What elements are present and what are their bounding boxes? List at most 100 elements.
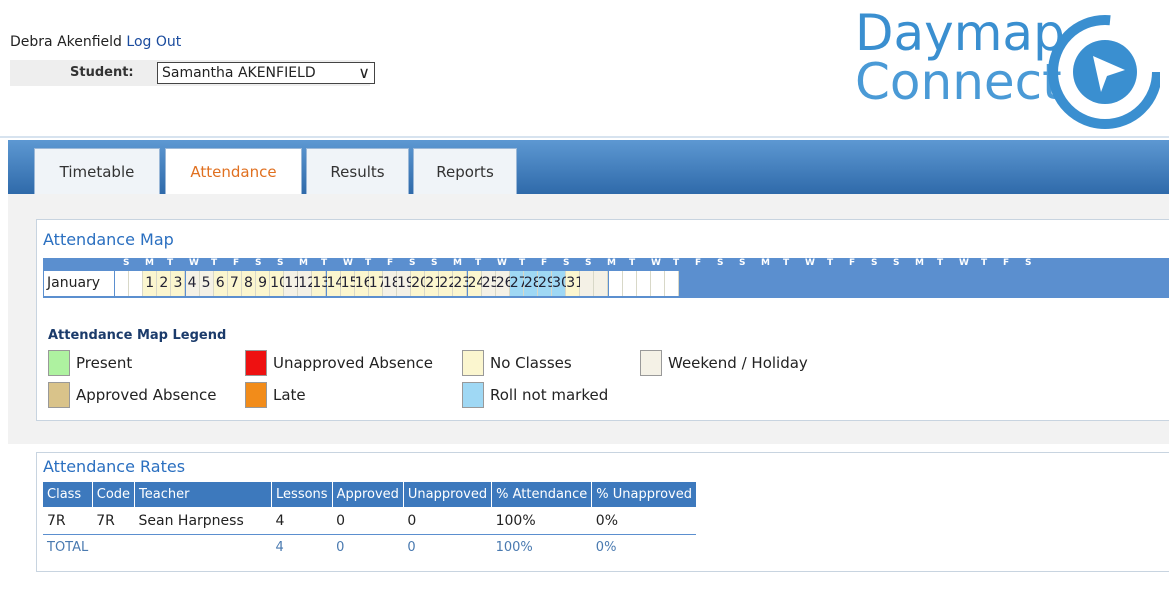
map-dow-label: S — [431, 258, 438, 268]
total-lessons: 4 — [271, 534, 333, 559]
chevron-down-icon: ∨ — [358, 63, 370, 82]
map-day-cell: 5 — [199, 271, 214, 296]
map-dow-label: F — [695, 258, 702, 268]
legend-title: Attendance Map Legend — [48, 328, 227, 343]
tab-timetable[interactable]: Timetable — [34, 148, 160, 194]
map-dow-label: T — [167, 258, 174, 268]
map-day-cell: 2 — [157, 271, 172, 296]
map-day-cell: 10 — [270, 271, 288, 296]
map-dow-label: S — [255, 258, 262, 268]
table-row: 7R 7R Sean Harpness 4 0 0 100% 0% — [43, 507, 696, 535]
map-dow-label: M — [915, 258, 924, 268]
logout-link[interactable]: Log Out — [126, 34, 181, 50]
map-day-cell: 31 — [566, 271, 584, 296]
attendance-rates-panel: Attendance Rates Class Code Teacher Less… — [36, 452, 1169, 572]
map-day-cell — [580, 271, 595, 296]
map-dow-label: F — [387, 258, 394, 268]
map-dow-label: T — [629, 258, 636, 268]
logo-arrow-icon — [1048, 15, 1160, 129]
col-approved: Approved — [332, 482, 404, 507]
legend-label-unapproved: Unapproved Absence — [273, 354, 433, 372]
col-teacher: Teacher — [134, 482, 273, 507]
map-day-cell: 26 — [495, 271, 514, 296]
col-class: Class — [43, 482, 93, 507]
map-dow-label: S — [409, 258, 416, 268]
map-day-cell: 21 — [425, 271, 443, 296]
map-dow-label: M — [299, 258, 308, 268]
col-pct-unapproved: % Unapproved — [591, 482, 697, 507]
tab-bar: Timetable Attendance Results Reports — [8, 140, 1169, 194]
map-dow-label: S — [123, 258, 130, 268]
map-day-cell: 6 — [213, 271, 228, 296]
cell-teacher: Sean Harpness — [138, 512, 244, 529]
user-line: Debra Akenfield Log Out — [10, 34, 181, 50]
cell-pct-attendance: 100% — [495, 512, 536, 529]
cell-lessons: 4 — [275, 512, 285, 529]
total-row: TOTAL 4 0 0 100% 0% — [43, 534, 697, 559]
map-dow-label: M — [453, 258, 462, 268]
map-dow-label: T — [981, 258, 988, 268]
daymap-connect-logo: Daymap Connect — [855, 2, 1165, 134]
student-selector-row: Student: Samantha AKENFIELD ∨ — [10, 60, 375, 86]
map-dow-label: W — [343, 258, 353, 268]
map-dow-label: W — [805, 258, 815, 268]
map-dow-label: F — [541, 258, 548, 268]
student-label: Student: — [70, 65, 134, 80]
map-dow-label: S — [563, 258, 570, 268]
map-day-cell: 25 — [481, 271, 499, 296]
map-dow-label: T — [937, 258, 944, 268]
cell-unapproved: 0 — [407, 512, 417, 529]
map-day-cell — [594, 271, 609, 296]
map-day-cell: 18 — [382, 271, 401, 296]
map-day-cell: 13 — [312, 271, 330, 296]
map-day-cell: 16 — [354, 271, 373, 296]
map-day-cell: 20 — [411, 271, 429, 296]
map-day-cell: 11 — [284, 271, 302, 296]
total-label: TOTAL — [43, 534, 93, 559]
map-dow-label: S — [739, 258, 746, 268]
map-day-cell: 28 — [523, 271, 542, 296]
legend-label-roll: Roll not marked — [490, 386, 609, 404]
legend-swatch-weekend — [640, 350, 662, 376]
map-day-cell: 24 — [467, 271, 485, 296]
legend-swatch-approved — [48, 382, 70, 408]
map-day-cell: 30 — [552, 271, 570, 296]
cell-class: 7R — [47, 512, 66, 529]
tab-attendance[interactable]: Attendance — [165, 148, 302, 194]
col-code: Code — [92, 482, 136, 507]
legend-label-approved: Approved Absence — [76, 386, 217, 404]
total-teacher — [134, 534, 272, 559]
attendance-rates-title: Attendance Rates — [43, 457, 186, 476]
map-dow-label: S — [893, 258, 900, 268]
total-code — [92, 534, 135, 559]
legend-swatch-roll — [462, 382, 484, 408]
map-day-cell — [129, 271, 144, 296]
month-label: January — [44, 271, 114, 296]
map-dow-label: T — [211, 258, 218, 268]
map-dow-label: T — [783, 258, 790, 268]
header: Debra Akenfield Log Out Student: Samanth… — [0, 0, 1169, 136]
map-day-cell: 19 — [397, 271, 415, 296]
map-dow-label: S — [871, 258, 878, 268]
col-unapproved: Unapproved — [403, 482, 493, 507]
map-dow-label: F — [233, 258, 240, 268]
map-day-cell — [664, 271, 679, 296]
logo-line1: Daymap — [855, 4, 1065, 62]
map-day-cell: 17 — [368, 271, 387, 296]
map-day-cell: 27 — [509, 271, 528, 296]
map-dow-label: S — [717, 258, 724, 268]
attendance-map-title: Attendance Map — [43, 230, 174, 249]
map-day-cell: 4 — [185, 271, 200, 296]
legend-label-present: Present — [76, 354, 133, 372]
map-day-cell: 3 — [171, 271, 186, 296]
map-dow-label: T — [519, 258, 526, 268]
cell-code: 7R — [96, 512, 115, 529]
total-pct-unapproved: 0% — [591, 534, 697, 559]
col-lessons: Lessons — [271, 482, 333, 507]
map-dow-label: T — [321, 258, 328, 268]
student-select[interactable]: Samantha AKENFIELD ∨ — [157, 62, 375, 84]
tab-reports[interactable]: Reports — [413, 148, 517, 194]
tab-results[interactable]: Results — [306, 148, 409, 194]
map-dow-label: M — [761, 258, 770, 268]
map-day-cell: 15 — [340, 271, 358, 296]
